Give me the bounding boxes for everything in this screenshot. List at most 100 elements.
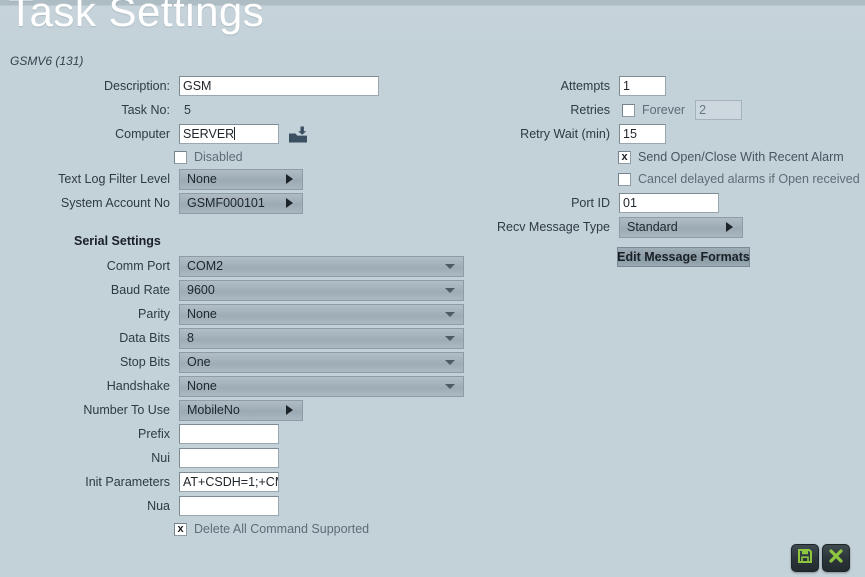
save-floppy-icon: [797, 548, 813, 569]
retries-forever-checkbox[interactable]: [622, 103, 635, 117]
cancel-delayed-alarms-checkbox[interactable]: [618, 172, 631, 186]
row-init-parameters: Init Parameters AT+CSDH=1;+CM: [30, 471, 279, 493]
chevron-down-icon: [445, 312, 455, 317]
retries-forever-label: Forever: [642, 103, 686, 117]
stop-bits-dropdown[interactable]: One: [179, 351, 464, 373]
recv-message-type-dropdown[interactable]: Standard: [619, 216, 743, 238]
computer-input-value: SERVER: [183, 127, 235, 141]
text-caret: [234, 127, 236, 140]
number-to-use-value: MobileNo: [187, 403, 240, 417]
nua-label: Nua: [147, 499, 170, 513]
comm-port-dropdown[interactable]: COM2: [179, 255, 464, 277]
cancel-button[interactable]: [822, 544, 850, 572]
computer-label: Computer: [115, 127, 170, 141]
task-no-label: Task No:: [121, 103, 170, 117]
recv-message-type-value: Standard: [627, 220, 678, 234]
row-parity: Parity None: [30, 303, 464, 325]
task-subtitle: GSMV6 (131): [10, 54, 84, 68]
handshake-label: Handshake: [106, 379, 170, 393]
data-bits-label: Data Bits: [119, 331, 170, 345]
recv-message-type-label: Recv Message Type: [496, 220, 610, 234]
row-stop-bits: Stop Bits One: [30, 351, 464, 373]
data-bits-dropdown[interactable]: 8: [179, 327, 464, 349]
send-open-close-checkbox[interactable]: x: [618, 150, 631, 164]
chevron-down-icon: [445, 336, 455, 341]
text-log-filter-level-value: None: [187, 172, 217, 186]
number-to-use-dropdown[interactable]: MobileNo: [179, 399, 303, 421]
prefix-input[interactable]: [179, 424, 279, 444]
row-comm-port: Comm Port COM2: [30, 255, 464, 277]
chevron-down-icon: [445, 384, 455, 389]
delete-all-command-supported-checkbox-mark: x: [177, 522, 184, 535]
text-log-filter-level-dropdown[interactable]: None: [179, 168, 303, 190]
row-task-no: Task No: 5: [30, 99, 191, 121]
row-attempts: Attempts 1: [470, 75, 666, 97]
data-bits-value: 8: [187, 331, 194, 345]
handshake-dropdown[interactable]: None: [179, 375, 464, 397]
chevron-down-icon: [445, 360, 455, 365]
computer-input[interactable]: SERVER: [179, 124, 279, 144]
send-open-close-checkbox-mark: x: [621, 150, 628, 163]
chevron-down-icon: [445, 288, 455, 293]
stop-bits-label: Stop Bits: [119, 355, 170, 369]
baud-rate-value: 9600: [187, 283, 215, 297]
attempts-label: Attempts: [560, 79, 610, 93]
retry-wait-input[interactable]: 15: [619, 124, 666, 144]
init-parameters-input[interactable]: AT+CSDH=1;+CM: [179, 472, 279, 492]
send-open-close-label: Send Open/Close With Recent Alarm: [638, 150, 844, 164]
edit-message-formats-button[interactable]: Edit Message Formats: [617, 247, 750, 267]
row-prefix: Prefix: [30, 423, 279, 445]
retry-wait-label: Retry Wait (min): [520, 127, 610, 141]
port-id-label: Port ID: [571, 196, 610, 210]
description-label: Description:: [104, 79, 170, 93]
save-button[interactable]: [791, 544, 819, 572]
row-number-to-use: Number To Use MobileNo: [30, 399, 303, 421]
nui-input[interactable]: [179, 448, 279, 468]
row-recv-message-type: Recv Message Type Standard: [470, 216, 743, 238]
row-delete-all-command-supported: x Delete All Command Supported: [174, 520, 369, 538]
row-handshake: Handshake None: [30, 375, 464, 397]
row-cancel-delayed-alarms: Cancel delayed alarms if Open received: [618, 170, 860, 188]
comm-port-value: COM2: [187, 259, 224, 273]
system-account-no-label: System Account No: [60, 196, 170, 210]
parity-value: None: [187, 307, 217, 321]
disabled-checkbox[interactable]: [174, 150, 187, 164]
handshake-value: None: [187, 379, 217, 393]
task-settings-window: Task Settings GSMV6 (131) Description: G…: [0, 0, 865, 577]
disabled-label: Disabled: [194, 150, 243, 164]
row-data-bits: Data Bits 8: [30, 327, 464, 349]
system-account-no-value: GSMF000101: [187, 196, 265, 210]
chevron-down-icon: [445, 264, 455, 269]
chevron-right-icon: [726, 222, 733, 232]
init-parameters-label: Init Parameters: [85, 475, 170, 489]
delete-all-command-supported-checkbox[interactable]: x: [174, 522, 187, 536]
port-id-input[interactable]: 01: [619, 193, 719, 213]
row-port-id: Port ID 01: [470, 192, 719, 214]
retries-input[interactable]: 2: [695, 100, 743, 120]
text-log-filter-level-label: Text Log Filter Level: [58, 172, 170, 186]
cancel-delayed-alarms-label: Cancel delayed alarms if Open received: [638, 172, 860, 186]
parity-dropdown[interactable]: None: [179, 303, 464, 325]
chevron-right-icon: [286, 198, 293, 208]
nua-input[interactable]: [179, 496, 279, 516]
row-retries: Retries Forever 2: [470, 99, 743, 121]
parity-label: Parity: [138, 307, 170, 321]
description-input[interactable]: GSM: [179, 76, 379, 96]
attempts-input[interactable]: 1: [619, 76, 666, 96]
task-no-value: 5: [184, 103, 191, 117]
chevron-right-icon: [286, 405, 293, 415]
row-nui: Nui: [30, 447, 279, 469]
baud-rate-dropdown[interactable]: 9600: [179, 279, 464, 301]
prefix-label: Prefix: [138, 427, 170, 441]
row-disabled: Disabled: [174, 148, 243, 166]
chevron-right-icon: [286, 174, 293, 184]
serial-settings-heading: Serial Settings: [74, 234, 161, 248]
row-description: Description: GSM: [30, 75, 379, 97]
comm-port-label: Comm Port: [106, 259, 170, 273]
browse-folder-icon[interactable]: [287, 125, 309, 145]
row-system-account-no: System Account No GSMF000101: [30, 192, 303, 214]
row-baud-rate: Baud Rate 9600: [30, 279, 464, 301]
row-computer: Computer SERVER: [30, 123, 309, 145]
cancel-x-icon: [828, 548, 844, 569]
system-account-no-dropdown[interactable]: GSMF000101: [179, 192, 303, 214]
